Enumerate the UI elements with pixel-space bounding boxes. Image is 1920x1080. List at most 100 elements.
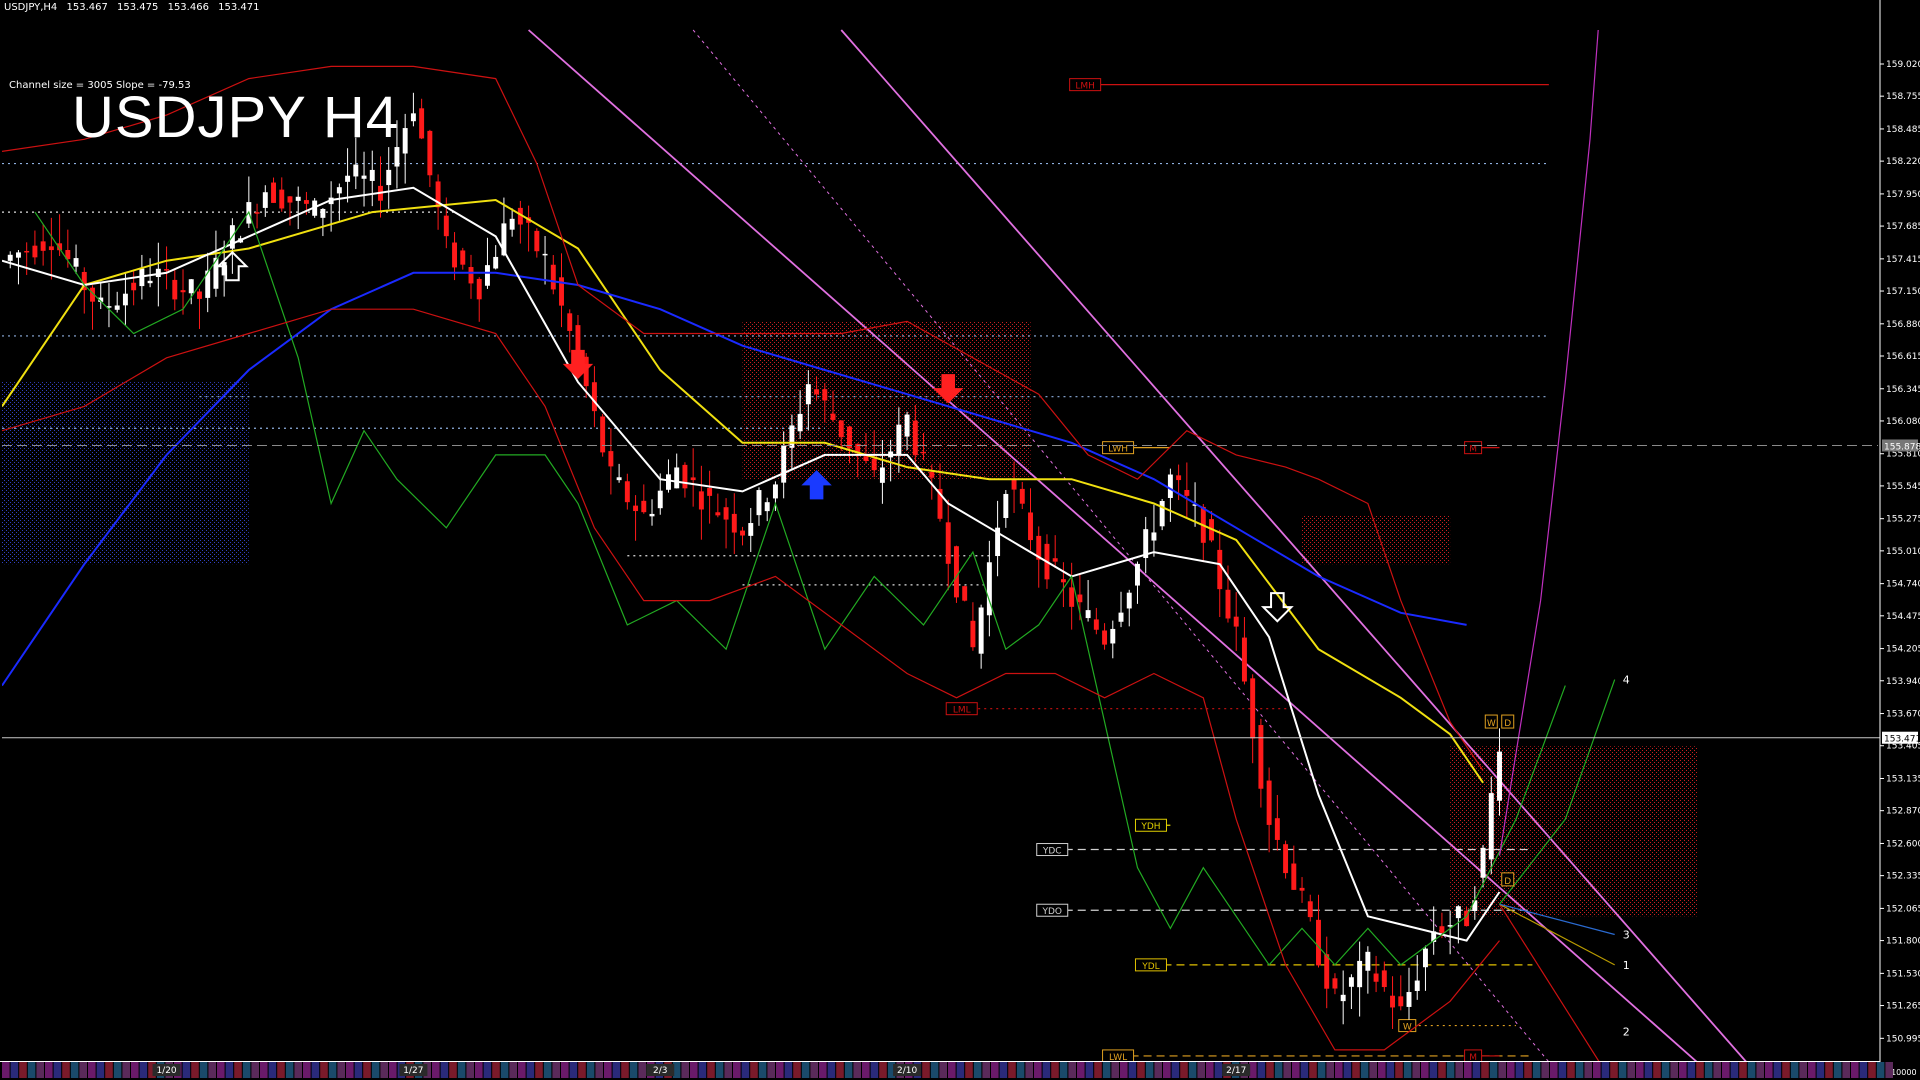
candle-body bbox=[287, 196, 293, 203]
date-strip-cell bbox=[741, 1062, 750, 1078]
date-strip-cell bbox=[586, 1062, 595, 1078]
candle-body bbox=[616, 477, 622, 481]
date-strip-cell bbox=[1618, 1062, 1627, 1078]
date-strip-cell bbox=[457, 1062, 466, 1078]
candle-body bbox=[1307, 901, 1313, 918]
date-strip-cell bbox=[1403, 1062, 1412, 1078]
date-strip-cell bbox=[1438, 1062, 1446, 1078]
date-strip-cell bbox=[1016, 1062, 1025, 1078]
date-strip-cell bbox=[1051, 1062, 1059, 1078]
candle-body bbox=[912, 420, 918, 456]
date-strip-cell bbox=[870, 1062, 879, 1078]
price-tick-label: 156.345 bbox=[1886, 385, 1920, 395]
date-strip-cell bbox=[1102, 1062, 1111, 1078]
date-strip-cell bbox=[1575, 1062, 1584, 1078]
candle-body bbox=[1266, 780, 1272, 825]
date-strip-cell bbox=[346, 1062, 354, 1078]
candle-body bbox=[1258, 725, 1264, 789]
date-strip-cell bbox=[801, 1062, 810, 1078]
date-strip-cell bbox=[79, 1062, 87, 1078]
date-strip-cell bbox=[62, 1062, 70, 1078]
date-strip-cell bbox=[1868, 1062, 1876, 1078]
date-strip-cell bbox=[191, 1062, 199, 1078]
period-label: W bbox=[1487, 719, 1496, 729]
candle-body bbox=[1439, 926, 1445, 933]
date-strip-cell bbox=[208, 1062, 216, 1078]
fan-label: 2 bbox=[1623, 1026, 1630, 1039]
candle-body bbox=[48, 246, 54, 251]
channel-upper bbox=[528, 29, 1698, 1062]
date-strip-cell bbox=[750, 1062, 758, 1078]
date-strip-cell bbox=[612, 1062, 621, 1078]
candle-body bbox=[1414, 980, 1420, 991]
chart-header: USDJPY,H4 153.467 153.475 153.466 153.47… bbox=[4, 2, 265, 13]
candle-body bbox=[40, 241, 46, 251]
date-strip-cell bbox=[819, 1062, 827, 1078]
candle-body bbox=[1126, 592, 1132, 609]
level-label: LML bbox=[953, 706, 971, 716]
price-tick-label: 152.600 bbox=[1886, 839, 1920, 849]
date-strip-cell bbox=[70, 1062, 79, 1078]
date-strip-cell bbox=[1283, 1062, 1291, 1078]
candle-body bbox=[1398, 996, 1404, 1007]
date-strip-cell bbox=[569, 1062, 578, 1078]
ichimoku-cloud bbox=[1302, 515, 1451, 565]
date-strip-cell bbox=[836, 1062, 844, 1078]
date-strip-cell bbox=[320, 1062, 328, 1078]
candle-body bbox=[1233, 616, 1239, 627]
candle-body bbox=[361, 175, 367, 179]
candle-body bbox=[1480, 847, 1486, 878]
date-strip-cell bbox=[1335, 1062, 1343, 1078]
price-tick-label: 150.995 bbox=[1886, 1034, 1920, 1044]
current-price-label: 153.471 bbox=[1884, 735, 1920, 745]
date-strip-cell bbox=[139, 1062, 148, 1078]
candle-body bbox=[641, 500, 647, 513]
candle-body bbox=[1274, 818, 1280, 840]
candle-body bbox=[1003, 493, 1009, 518]
date-strip-cell bbox=[1292, 1062, 1300, 1078]
date-strip-cell bbox=[1369, 1062, 1377, 1078]
candle-body bbox=[353, 164, 359, 177]
candle-body bbox=[674, 467, 680, 489]
date-strip-cell bbox=[217, 1062, 225, 1078]
date-strip-cell bbox=[10, 1062, 19, 1078]
date-strip-cell bbox=[1808, 1062, 1816, 1078]
date-strip-cell bbox=[621, 1062, 629, 1078]
level-label: YDC bbox=[1042, 847, 1062, 857]
candle-body bbox=[567, 313, 573, 331]
date-strip-border bbox=[0, 1061, 1880, 1062]
price-chart[interactable]: LMHLWH MLMLYDHYDCYDOYDLWLWL M4312W DD159.02… bbox=[0, 0, 1920, 1080]
date-strip-cell bbox=[1782, 1062, 1790, 1078]
candle-body bbox=[1497, 751, 1502, 801]
candle-body bbox=[1291, 863, 1297, 890]
date-strip-cell bbox=[1386, 1062, 1395, 1078]
date-label: 1/27 bbox=[403, 1066, 423, 1076]
candle-body bbox=[254, 212, 260, 214]
date-strip-cell bbox=[948, 1062, 956, 1078]
candle-body bbox=[468, 267, 474, 284]
date-strip-cell bbox=[1790, 1062, 1799, 1078]
candle-body bbox=[1241, 637, 1247, 682]
date-strip-cell bbox=[2, 1062, 10, 1078]
price-tick-label: 156.880 bbox=[1886, 320, 1920, 330]
date-strip-cell bbox=[1025, 1062, 1033, 1078]
date-label: 2/10 bbox=[897, 1066, 917, 1076]
date-strip-cell bbox=[965, 1062, 973, 1078]
candle-body bbox=[452, 242, 458, 268]
date-strip-cell bbox=[535, 1062, 543, 1078]
candle-body bbox=[484, 265, 490, 286]
price-tick-label: 157.415 bbox=[1886, 255, 1920, 265]
date-strip-cell bbox=[1317, 1062, 1326, 1078]
date-strip-cell bbox=[337, 1062, 345, 1078]
candle-body bbox=[509, 218, 515, 230]
candle-body bbox=[1184, 489, 1190, 496]
price-tick-label: 156.080 bbox=[1886, 417, 1920, 427]
date-strip-cell bbox=[1034, 1062, 1042, 1078]
period-label: D bbox=[1504, 719, 1511, 729]
candle-body bbox=[1176, 475, 1182, 481]
candle-body bbox=[896, 424, 902, 455]
date-strip-cell bbox=[1446, 1062, 1455, 1078]
candle-body bbox=[962, 586, 968, 601]
candle-body bbox=[1455, 906, 1461, 919]
date-strip-cell bbox=[1421, 1062, 1429, 1078]
